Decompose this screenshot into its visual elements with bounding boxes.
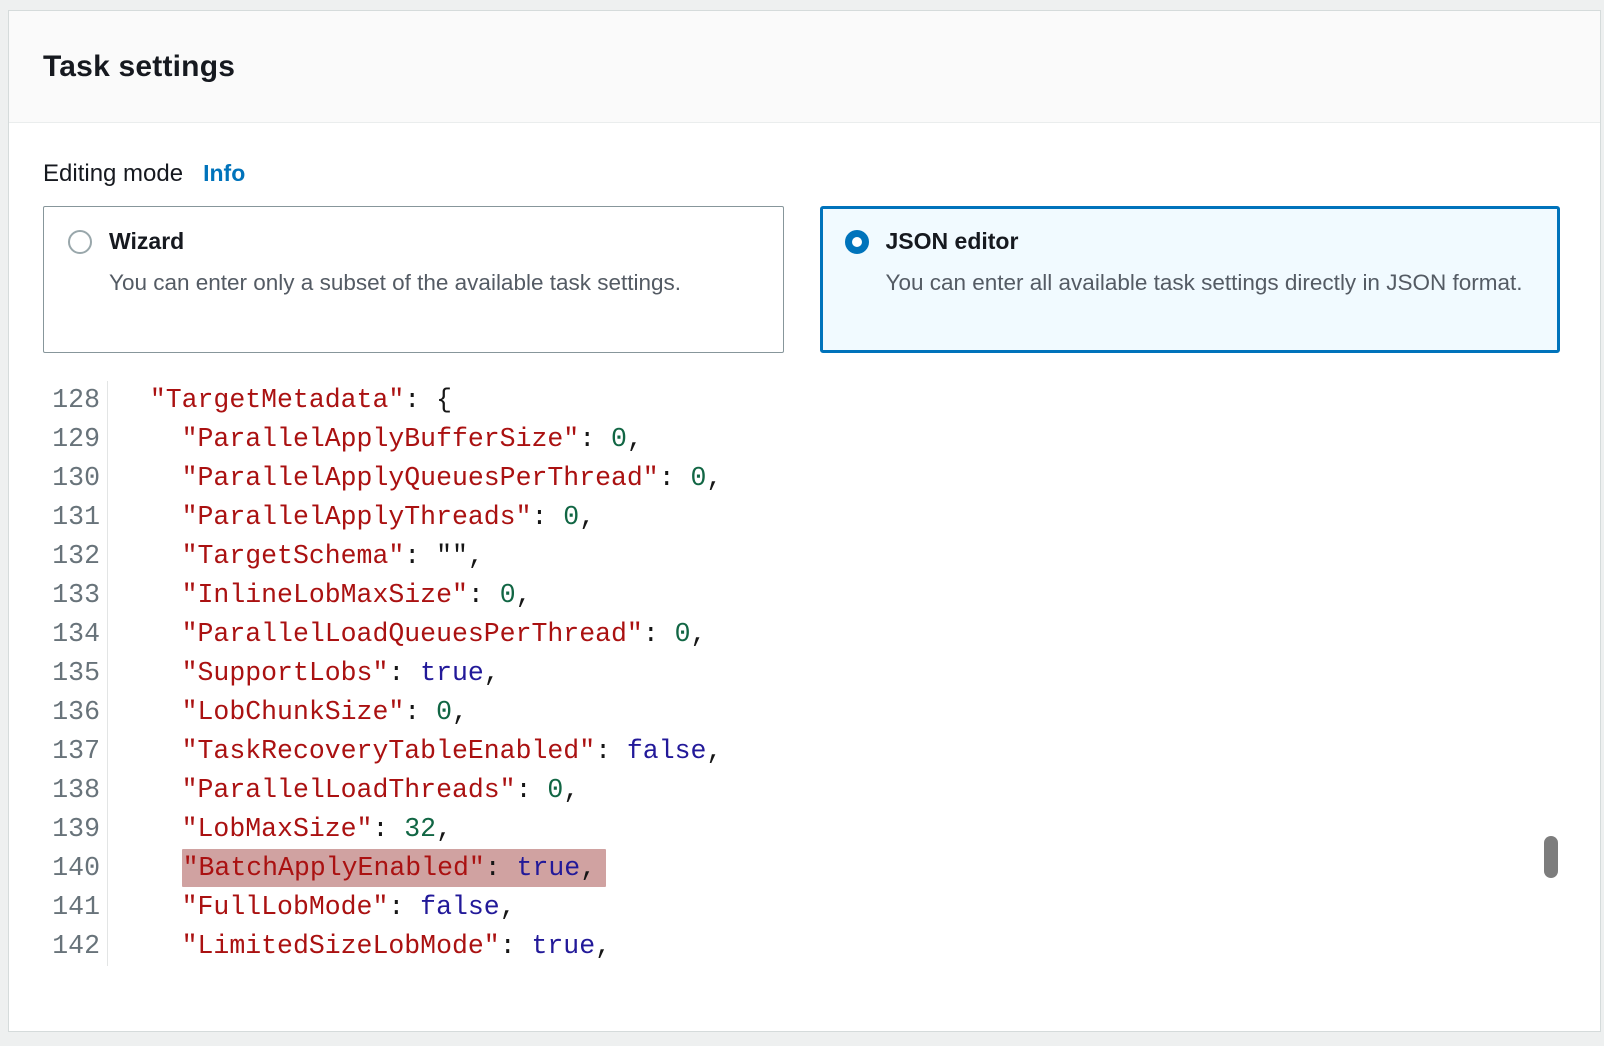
- highlighted-code: "BatchApplyEnabled": true,: [182, 849, 607, 887]
- option-title-json-editor: JSON editor: [886, 228, 1019, 255]
- option-card-json-editor[interactable]: JSON editor You can enter all available …: [820, 206, 1561, 353]
- line-number: 142: [9, 927, 108, 966]
- code-content[interactable]: "BatchApplyEnabled": true,: [108, 849, 606, 888]
- code-line: 132 "TargetSchema": "",: [9, 537, 1560, 576]
- code-content[interactable]: "LimitedSizeLobMode": true,: [108, 927, 611, 966]
- editing-mode-label: Editing mode: [43, 158, 183, 190]
- editing-mode-row: Editing mode Info: [43, 157, 1560, 190]
- panel-body: Editing mode Info Wizard You can enter o…: [9, 123, 1600, 966]
- line-number: 140: [9, 849, 108, 888]
- option-card-wizard-head: Wizard: [68, 228, 759, 255]
- code-content[interactable]: "LobChunkSize": 0,: [108, 693, 468, 732]
- line-number: 134: [9, 615, 108, 654]
- line-number: 137: [9, 732, 108, 771]
- code-line: 133 "InlineLobMaxSize": 0,: [9, 576, 1560, 615]
- code-line: 135 "SupportLobs": true,: [9, 654, 1560, 693]
- code-content[interactable]: "ParallelApplyThreads": 0,: [108, 498, 595, 537]
- line-number: 129: [9, 420, 108, 459]
- code-content[interactable]: "FullLobMode": false,: [108, 888, 516, 927]
- code-line: 128 "TargetMetadata": {: [9, 381, 1560, 420]
- info-link[interactable]: Info: [203, 157, 245, 189]
- code-content[interactable]: "SupportLobs": true,: [108, 654, 500, 693]
- option-card-json-editor-head: JSON editor: [845, 228, 1536, 255]
- code-content[interactable]: "InlineLobMaxSize": 0,: [108, 576, 532, 615]
- option-description-wizard: You can enter only a subset of the avail…: [109, 265, 749, 301]
- code-content[interactable]: "TargetMetadata": {: [108, 381, 452, 420]
- line-number: 136: [9, 693, 108, 732]
- line-number: 130: [9, 459, 108, 498]
- code-line: 138 "ParallelLoadThreads": 0,: [9, 771, 1560, 810]
- line-number: 139: [9, 810, 108, 849]
- code-line: 134 "ParallelLoadQueuesPerThread": 0,: [9, 615, 1560, 654]
- line-number: 133: [9, 576, 108, 615]
- code-lines: 128 "TargetMetadata": {129 "ParallelAppl…: [9, 381, 1560, 966]
- line-number: 131: [9, 498, 108, 537]
- page-title: Task settings: [43, 50, 235, 84]
- line-number: 141: [9, 888, 108, 927]
- panel-header: Task settings: [9, 11, 1600, 123]
- code-line: 141 "FullLobMode": false,: [9, 888, 1560, 927]
- radio-unselected-icon[interactable]: [68, 230, 92, 254]
- option-title-wizard: Wizard: [109, 228, 184, 255]
- code-content[interactable]: "TaskRecoveryTableEnabled": false,: [108, 732, 722, 771]
- code-content[interactable]: "ParallelLoadThreads": 0,: [108, 771, 579, 810]
- line-number: 132: [9, 537, 108, 576]
- line-number: 135: [9, 654, 108, 693]
- code-line: 136 "LobChunkSize": 0,: [9, 693, 1560, 732]
- option-description-json-editor: You can enter all available task setting…: [886, 265, 1526, 301]
- json-code-editor[interactable]: 128 "TargetMetadata": {129 "ParallelAppl…: [9, 381, 1560, 966]
- line-number: 128: [9, 381, 108, 420]
- task-settings-panel: Task settings Editing mode Info Wizard Y…: [8, 10, 1601, 1032]
- code-content[interactable]: "LobMaxSize": 32,: [108, 810, 452, 849]
- code-line: 129 "ParallelApplyBufferSize": 0,: [9, 420, 1560, 459]
- line-number: 138: [9, 771, 108, 810]
- code-line: 137 "TaskRecoveryTableEnabled": false,: [9, 732, 1560, 771]
- code-line: 130 "ParallelApplyQueuesPerThread": 0,: [9, 459, 1560, 498]
- code-content[interactable]: "ParallelLoadQueuesPerThread": 0,: [108, 615, 706, 654]
- code-line: 139 "LobMaxSize": 32,: [9, 810, 1560, 849]
- code-content[interactable]: "ParallelApplyQueuesPerThread": 0,: [108, 459, 722, 498]
- option-card-wizard[interactable]: Wizard You can enter only a subset of th…: [43, 206, 784, 353]
- editing-mode-options: Wizard You can enter only a subset of th…: [43, 206, 1560, 353]
- code-content[interactable]: "ParallelApplyBufferSize": 0,: [108, 420, 643, 459]
- scrollbar-thumb[interactable]: [1544, 836, 1558, 878]
- code-line: 140 "BatchApplyEnabled": true,: [9, 849, 1560, 888]
- code-content[interactable]: "TargetSchema": "",: [108, 537, 484, 576]
- code-line: 142 "LimitedSizeLobMode": true,: [9, 927, 1560, 966]
- code-line: 131 "ParallelApplyThreads": 0,: [9, 498, 1560, 537]
- radio-selected-icon[interactable]: [845, 230, 869, 254]
